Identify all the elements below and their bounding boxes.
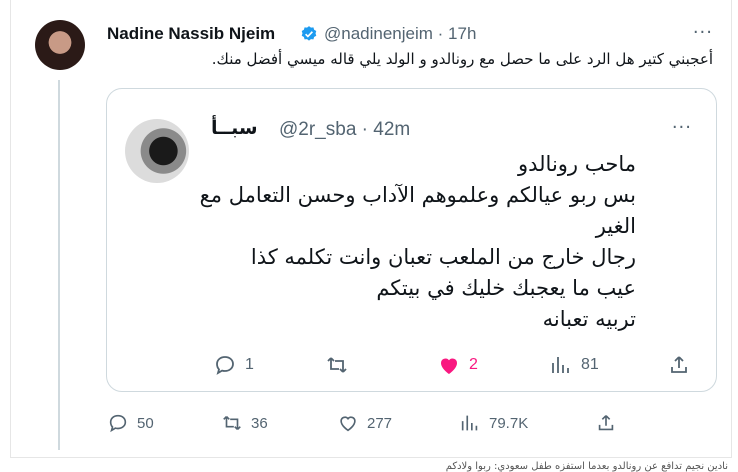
quoted-retweet-button[interactable] bbox=[325, 353, 349, 377]
quoted-text-line: عيب ما يعجبك خليك في بيتكم bbox=[376, 276, 636, 300]
quoted-author-avatar[interactable] bbox=[125, 119, 189, 183]
quoted-more-options-icon[interactable]: ··· bbox=[672, 117, 692, 138]
like-button[interactable]: 277 bbox=[337, 412, 392, 434]
author-avatar[interactable] bbox=[35, 20, 85, 70]
like-count: 277 bbox=[367, 414, 393, 432]
author-handle-time[interactable]: @nadinenjeim · 17h bbox=[324, 24, 476, 44]
quoted-tweet[interactable]: سبــأ @2r_sba · 42m ··· ماحب رونالدو بس … bbox=[106, 88, 717, 392]
reply-icon bbox=[216, 356, 234, 375]
heart-filled-icon bbox=[441, 358, 457, 374]
quoted-views-count: 81 bbox=[581, 356, 599, 373]
share-button[interactable] bbox=[595, 412, 617, 434]
quoted-tweet-text: ماحب رونالدو بس ربو عيالكم وعلموهم الآدا… bbox=[196, 149, 636, 335]
reply-button[interactable]: 50 bbox=[107, 412, 154, 434]
retweet-button[interactable]: 36 bbox=[221, 412, 268, 434]
reply-icon bbox=[109, 414, 127, 433]
views-count: 79.7K bbox=[489, 414, 529, 432]
more-options-icon[interactable]: ··· bbox=[693, 22, 713, 43]
quoted-text-line: رجال خارج من الملعب تعبان وانت تكلمه كذا bbox=[250, 245, 636, 269]
quoted-text-line: بس ربو عيالكم وعلموهم الآداب وحسن التعام… bbox=[199, 183, 636, 207]
author-name[interactable]: Nadine Nassib Njeim bbox=[107, 24, 275, 44]
reply-count: 50 bbox=[137, 414, 154, 432]
quoted-like-count: 2 bbox=[469, 356, 478, 373]
verified-badge-icon bbox=[301, 26, 317, 41]
views-chart-icon bbox=[461, 415, 478, 431]
retweet-icon bbox=[327, 357, 347, 373]
quoted-text-line: تربيه تعبانه bbox=[542, 307, 636, 331]
quoted-reply-button[interactable]: 1 bbox=[213, 353, 254, 377]
image-caption: نادين نجيم تدافع عن رونالدو بعدما استفزه… bbox=[445, 461, 728, 472]
thread-line bbox=[58, 80, 60, 450]
quoted-views-button[interactable]: 81 bbox=[549, 353, 599, 377]
quoted-share-button[interactable] bbox=[667, 353, 691, 377]
quoted-text-line: ماحب رونالدو bbox=[517, 152, 636, 176]
share-icon bbox=[671, 356, 687, 373]
views-chart-icon bbox=[552, 357, 569, 373]
quoted-reply-count: 1 bbox=[245, 356, 254, 373]
quoted-author-handle-time[interactable]: @2r_sba · 42m bbox=[279, 119, 410, 141]
tweet-card[interactable]: Nadine Nassib Njeim @nadinenjeim · 17h ·… bbox=[10, 0, 732, 458]
views-button[interactable]: 79.7K bbox=[459, 412, 528, 434]
quoted-author-name[interactable]: سبــأ bbox=[211, 117, 258, 139]
quoted-text-line: الغير bbox=[595, 214, 636, 238]
tweet-text: أعجبني كتير هل الرد على ما حصل مع رونالد… bbox=[211, 50, 713, 68]
heart-icon bbox=[340, 416, 356, 432]
retweet-count: 36 bbox=[251, 414, 268, 432]
share-icon bbox=[598, 415, 614, 431]
retweet-icon bbox=[223, 415, 241, 431]
quoted-like-button[interactable]: 2 bbox=[437, 353, 478, 377]
